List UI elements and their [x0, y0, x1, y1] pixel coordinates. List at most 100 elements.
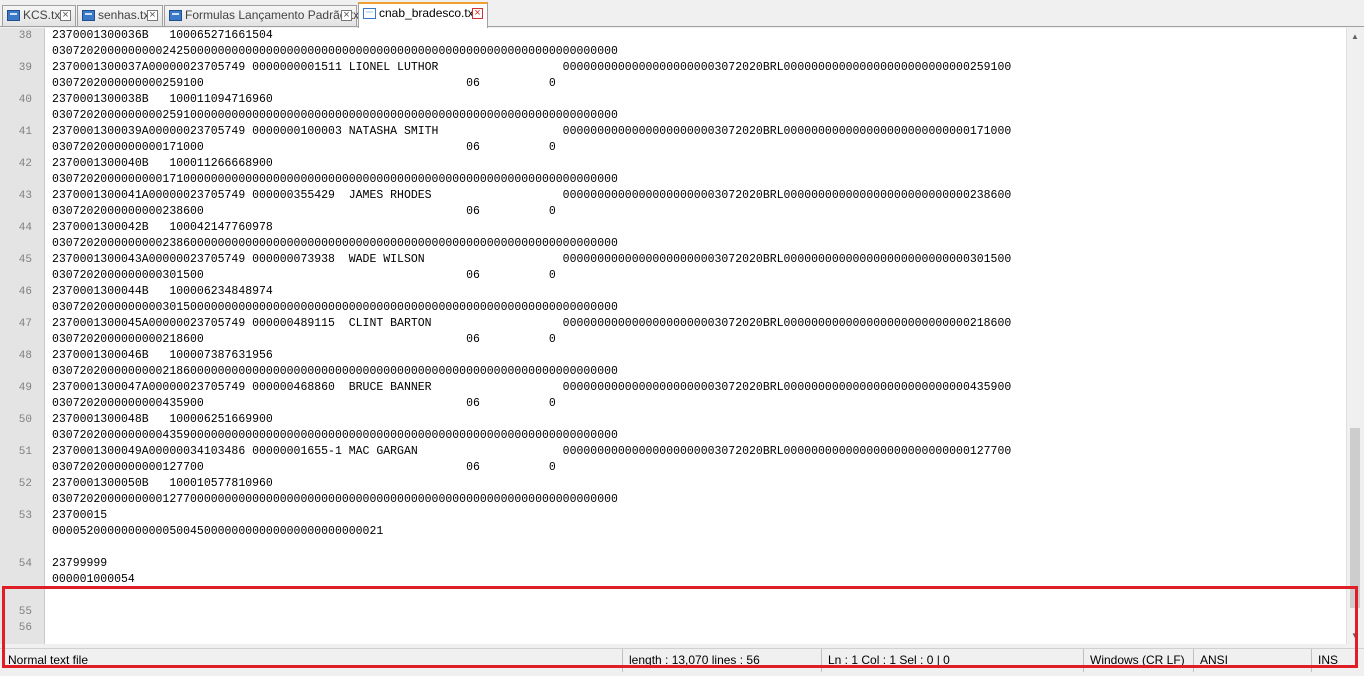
editor-line[interactable]: 0307202000000000127700000000000000000000…	[0, 492, 1346, 508]
editor-line[interactable]: 0000520000000000050045000000000000000000…	[0, 524, 1346, 540]
line-number: 42	[18, 158, 32, 170]
editor-line[interactable]: 50 2370001300048B 100006251669900	[0, 412, 1346, 428]
editor-line[interactable]: 45 2370001300043A00000023705749 000000073…	[0, 252, 1346, 268]
tab-label: Formulas Lançamento Padrão.txt	[185, 8, 363, 22]
editor-line[interactable]: 47 2370001300045A00000023705749 000000489…	[0, 316, 1346, 332]
line-text: 0307202000000000242500000000000000000000…	[52, 45, 618, 58]
editor-line[interactable]: 0307202000000000171000 06 0	[0, 140, 1346, 156]
scroll-down-icon[interactable]: ▼	[1351, 631, 1359, 640]
editor-line[interactable]: 0307202000000000435900 06 0	[0, 396, 1346, 412]
line-text: 2370001300049A00000034103486 00000001655…	[52, 445, 1012, 458]
status-length-lines: length : 13,070 lines : 56	[622, 649, 821, 672]
editor-line[interactable]: 42 2370001300040B 100011266668900	[0, 156, 1346, 172]
editor-line[interactable]: 0307202000000000259100000000000000000000…	[0, 108, 1346, 124]
line-text: 2370001300040B 100011266668900	[52, 157, 273, 170]
line-text: 2370001300043A00000023705749 00000007393…	[52, 253, 1012, 266]
vertical-scrollbar[interactable]: ▲ ▼	[1346, 28, 1364, 644]
editor-line[interactable]: 0307202000000000301500 06 0	[0, 268, 1346, 284]
text-editor[interactable]: 38 2370001300036B 100065271661504 03072020…	[0, 28, 1346, 644]
line-text: 0307202000000000218600000000000000000000…	[52, 365, 618, 378]
editor-line[interactable]	[0, 588, 1346, 604]
tab-cnab-bradesco[interactable]: cnab_bradesco.txt ×	[358, 2, 488, 28]
line-text: 2370001300042B 100042147760978	[52, 221, 273, 234]
line-number: 54	[18, 558, 32, 570]
close-icon[interactable]: ×	[341, 10, 352, 21]
line-text: 0307202000000000259100 06 0	[52, 77, 556, 90]
line-number: 40	[18, 94, 32, 106]
tab-bar: KCS.txt × senhas.txt × Formulas Lançamen…	[0, 0, 1364, 28]
editor-line[interactable]: 0307202000000000435900000000000000000000…	[0, 428, 1346, 444]
editor-line[interactable]: 52 2370001300050B 100010577810960	[0, 476, 1346, 492]
line-text: 0307202000000000238600000000000000000000…	[52, 237, 618, 250]
editor-line[interactable]: 41 2370001300039A00000023705749 000000010…	[0, 124, 1346, 140]
line-text: 0307202000000000127700 06 0	[52, 461, 556, 474]
status-encoding[interactable]: ANSI	[1193, 649, 1311, 672]
line-number: 43	[18, 190, 32, 202]
line-number: 55	[18, 606, 32, 618]
editor-line[interactable]: 43 2370001300041A00000023705749 000000355…	[0, 188, 1346, 204]
close-icon[interactable]: ×	[147, 10, 158, 21]
line-text: 2370001300045A00000023705749 00000048911…	[52, 317, 1012, 330]
editor-line[interactable]: 54 23799999	[0, 556, 1346, 572]
line-number: 51	[18, 446, 32, 458]
line-number: 53	[18, 510, 32, 522]
status-bar: Normal text file length : 13,070 lines :…	[0, 648, 1364, 672]
editor-line[interactable]: 0307202000000000127700 06 0	[0, 460, 1346, 476]
editor-line[interactable]: 48 2370001300046B 100007387631956	[0, 348, 1346, 364]
tab-kcs[interactable]: KCS.txt ×	[2, 5, 76, 26]
line-text: 0307202000000000435900000000000000000000…	[52, 429, 618, 442]
tab-senhas[interactable]: senhas.txt ×	[77, 5, 163, 26]
file-icon	[82, 10, 95, 21]
line-text: 2370001300037A00000023705749 00000000015…	[52, 61, 1012, 74]
editor-line[interactable]: 56	[0, 620, 1346, 636]
editor-line[interactable]: 40 2370001300038B 100011094716960	[0, 92, 1346, 108]
editor-line[interactable]: 0307202000000000171000000000000000000000…	[0, 172, 1346, 188]
file-icon	[363, 8, 376, 19]
close-icon[interactable]: ×	[472, 8, 483, 19]
editor-line[interactable]: 39 2370001300037A00000023705749 000000000…	[0, 60, 1346, 76]
line-text: 0307202000000000435900 06 0	[52, 397, 556, 410]
line-text: 0000520000000000050045000000000000000000…	[52, 525, 384, 538]
line-text: 2370001300048B 100006251669900	[52, 413, 273, 426]
editor-line[interactable]: 55	[0, 604, 1346, 620]
line-text: 2370001300047A00000023705749 00000046886…	[52, 381, 1012, 394]
editor-line[interactable]: 0307202000000000259100 06 0	[0, 76, 1346, 92]
editor-line[interactable]: 0307202000000000238600000000000000000000…	[0, 236, 1346, 252]
line-number: 41	[18, 126, 32, 138]
tab-formulas[interactable]: Formulas Lançamento Padrão.txt ×	[164, 5, 362, 26]
editor-line[interactable]: 000001000054	[0, 572, 1346, 588]
line-text: 0307202000000000127700000000000000000000…	[52, 493, 618, 506]
line-text: 000001000054	[52, 573, 135, 586]
editor-line[interactable]: 0307202000000000242500000000000000000000…	[0, 44, 1346, 60]
line-number: 48	[18, 350, 32, 362]
line-number: 39	[18, 62, 32, 74]
editor-line[interactable]: 0307202000000000218600000000000000000000…	[0, 364, 1346, 380]
line-text: 0307202000000000238600 06 0	[52, 205, 556, 218]
editor-line[interactable]: 0307202000000000238600 06 0	[0, 204, 1346, 220]
editor-line[interactable]: 49 2370001300047A00000023705749 000000468…	[0, 380, 1346, 396]
status-file-type: Normal text file	[8, 653, 89, 667]
editor-line[interactable]	[0, 540, 1346, 556]
editor-line[interactable]: 0307202000000000301500000000000000000000…	[0, 300, 1346, 316]
scrollbar-thumb[interactable]	[1350, 428, 1360, 608]
line-text: 2370001300041A00000023705749 00000035542…	[52, 189, 1012, 202]
line-text: 0307202000000000301500000000000000000000…	[52, 301, 618, 314]
editor-line[interactable]: 44 2370001300042B 100042147760978	[0, 220, 1346, 236]
file-icon	[169, 10, 182, 21]
editor-line[interactable]: 38 2370001300036B 100065271661504	[0, 28, 1346, 44]
editor-line[interactable]: 46 2370001300044B 100006234848974	[0, 284, 1346, 300]
line-number: 49	[18, 382, 32, 394]
line-number: 56	[18, 622, 32, 634]
scroll-up-icon[interactable]: ▲	[1351, 32, 1359, 41]
editor-line[interactable]: 51 2370001300049A00000034103486 000000016…	[0, 444, 1346, 460]
line-number: 52	[18, 478, 32, 490]
editor-line[interactable]: 0307202000000000218600 06 0	[0, 332, 1346, 348]
line-text: 23799999	[52, 557, 108, 570]
editor-line[interactable]: 53 23700015	[0, 508, 1346, 524]
file-icon	[7, 10, 20, 21]
close-icon[interactable]: ×	[60, 10, 71, 21]
tab-label: senhas.txt	[98, 8, 153, 22]
status-eol[interactable]: Windows (CR LF)	[1083, 649, 1193, 672]
line-text: 0307202000000000171000000000000000000000…	[52, 173, 618, 186]
line-number: 47	[18, 318, 32, 330]
